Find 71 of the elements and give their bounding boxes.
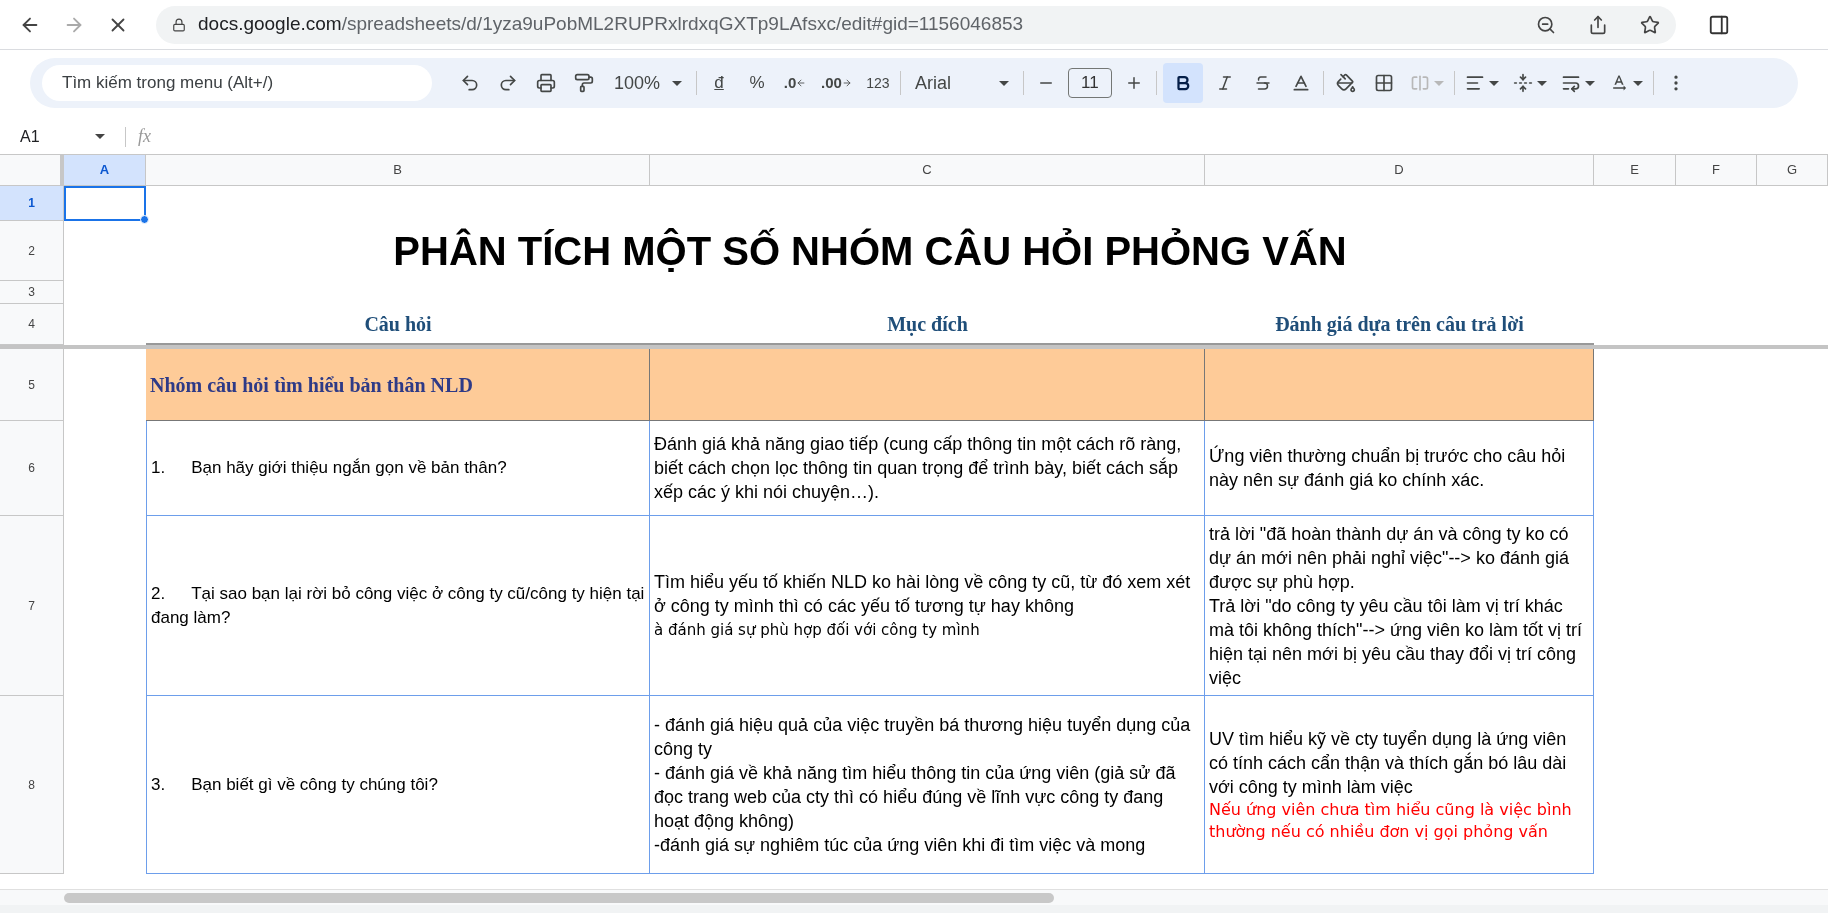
number-format-button[interactable]: 123 <box>861 67 894 99</box>
zoom-out-icon <box>1536 14 1556 35</box>
row-header[interactable]: 8 <box>0 696 64 874</box>
caret-icon <box>95 134 105 139</box>
column-title: Mục đích <box>887 311 968 338</box>
column-header[interactable]: F <box>1676 155 1757 186</box>
vertical-align-icon <box>1512 73 1533 93</box>
row-header[interactable]: 7 <box>0 516 64 696</box>
cell-text: - đánh giá hiệu quả của việc truyền bá thương hiệu tuyển dụng của công ty <box>654 713 1192 761</box>
arrow-icon <box>841 78 852 88</box>
row-header[interactable]: 6 <box>0 421 64 516</box>
caret-icon <box>1632 80 1643 86</box>
cell-text: UV tìm hiểu kỹ về cty tuyển dụng là ứng viên có tính cách cẩn thận và thích gắn bó lâu dài với công ty mình làm việc <box>1209 727 1568 799</box>
side-panel-icon <box>1708 13 1730 36</box>
url-text: docs.google.com/spreadsheets/d/1yza9uPobML2RUPRxlrdxqGXTp9LAfsxc/edit#gid=1156046853 <box>198 12 1024 37</box>
cell-text: Ứng viên thường chuẩn bị trước cho câu hỏi này nên sự đánh giá ko chính xác. <box>1209 444 1567 492</box>
corner-cell[interactable] <box>0 155 64 186</box>
cell-text: à đánh giá sự phù hợp đối với công ty mình <box>654 619 981 641</box>
column-header[interactable]: D <box>1205 155 1594 186</box>
increase-decimal-button[interactable]: .00 <box>817 67 856 99</box>
column-title: Đánh giá dựa trên câu trả lời <box>1275 311 1524 338</box>
text-wrap-icon <box>1560 73 1581 93</box>
column-header[interactable]: C <box>650 155 1205 186</box>
menu-search-field[interactable]: Tìm kiếm trong menu (Alt+/) <box>42 65 432 101</box>
caret-icon <box>1488 80 1499 86</box>
name-box[interactable]: A1 <box>0 124 125 149</box>
cell-text: Trả lời "do công ty yêu cầu tôi làm vị trí khác mà tôi không thích"--> ứng viên ko làm tốt vị trí hiện tại nên mới bị yêu cầu thay đổi vị trí công việc <box>1209 594 1584 690</box>
column-header[interactable]: G <box>1757 155 1828 186</box>
address-bar[interactable]: docs.google.com/spreadsheets/d/1yza9uPobML2RUPRxlrdxqGXTp9LAfsxc/edit#gid=1156046853 <box>156 5 1676 44</box>
cell-text: trả lời "đã hoàn thành dự án và công ty ko có dự án mới nên phải nghỉ việc"--> ko đánh giá được sự phù hợp. <box>1209 522 1570 594</box>
cell-text: - đánh giá về khả năng tìm hiểu thông tin của ứng viên (giả sử đã đọc trang web của cty thì có hiểu đúng về lĩnh vực công ty đang hoạt động không) <box>654 761 1177 833</box>
column-header[interactable]: B <box>146 155 650 186</box>
caret-icon <box>998 80 1009 86</box>
caret-icon <box>672 80 683 86</box>
row-header[interactable]: 2 <box>0 221 64 281</box>
font-dropdown[interactable]: Arial <box>906 67 1017 99</box>
decrease-decimal-button[interactable]: .0 <box>779 67 812 99</box>
arrow-icon <box>796 78 807 88</box>
horizontal-scrollbar[interactable] <box>0 889 1828 905</box>
column-header[interactable]: E <box>1594 155 1676 186</box>
selection-handle[interactable] <box>140 215 149 224</box>
sheet-title: PHÂN TÍCH MỘT SỐ NHÓM CÂU HỎI PHỎNG VẤN <box>393 227 1347 275</box>
merge-icon <box>1409 73 1430 93</box>
column-title: Câu hỏi <box>364 311 432 337</box>
question-text: 2. Tại sao bạn lại rời bỏ công việc ở công ty cũ/công ty hiện tại đang làm? <box>151 582 645 629</box>
caret-icon <box>1536 80 1547 86</box>
row-header[interactable]: 5 <box>0 349 64 421</box>
font-size-field[interactable]: 11 <box>1067 68 1112 98</box>
star-icon <box>1640 14 1660 35</box>
zoom-dropdown[interactable]: 100% <box>606 67 691 99</box>
scrollbar-thumb[interactable] <box>64 892 1054 903</box>
cell-text: Nếu ứng viên chưa tìm hiểu cũng là việc bình thường nếu có nhiều đơn vị gọi phỏng vấn <box>1209 798 1573 843</box>
cell-text: Đánh giá khả năng giao tiếp (cung cấp thông tin một cách rõ ràng, biết cách chọn lọc thông tin quan trọng để trình bày, biết cách sắp xếp các ý khi nói chuyện…). <box>654 433 1183 504</box>
share-icon <box>1588 14 1608 35</box>
question-text: 1. Bạn hãy giới thiệu ngắn gọn về bản thân? <box>151 457 508 479</box>
cell-text: Tìm hiểu yếu tố khiến NLD ko hài lòng về công ty cũ, từ đó xem xét ở công ty mình thì có các yếu tố tương tự hay không <box>654 570 1192 618</box>
caret-icon <box>1433 80 1444 86</box>
percent-button[interactable]: % <box>741 67 774 99</box>
question-text: 3. Bạn biết gì về công ty chúng tôi? <box>151 773 439 796</box>
bold-button[interactable] <box>1162 63 1203 103</box>
cell-text: -đánh giá sự nghiêm túc của ứng viên khi đi tìm việc và mong <box>654 833 1147 857</box>
column-header[interactable]: A <box>64 155 146 186</box>
row-header[interactable]: 1 <box>0 186 64 221</box>
section-title: Nhóm câu hỏi tìm hiểu bản thân NLD <box>150 372 473 398</box>
fx-label: fx <box>138 125 151 148</box>
caret-icon <box>1584 80 1595 86</box>
align-left-icon <box>1464 73 1485 93</box>
row-header[interactable]: 3 <box>0 281 64 304</box>
currency-button[interactable]: đ <box>703 67 736 99</box>
row-header[interactable]: 4 <box>0 304 64 345</box>
lock-icon <box>172 17 186 32</box>
